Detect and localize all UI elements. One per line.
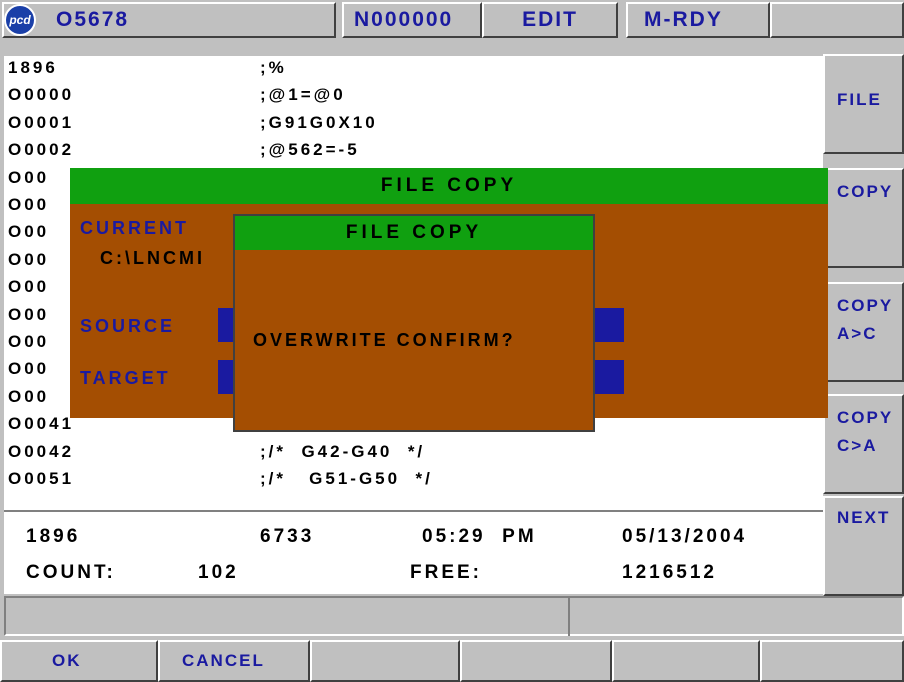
line-number: O00: [8, 249, 50, 269]
softkey-copy-c-a[interactable]: COPY C>A: [823, 394, 904, 494]
title-bar: pcd O5678 N000000 EDIT M-RDY: [0, 0, 904, 40]
title-spacer: [336, 2, 340, 38]
overwrite-confirm-title: FILE COPY: [235, 216, 593, 250]
machine-state: M-RDY: [644, 8, 723, 31]
line-number: O0001: [8, 112, 75, 132]
free-value: 1216512: [622, 562, 717, 583]
line-number: O0042: [8, 441, 75, 461]
softkey-next[interactable]: NEXT: [823, 496, 904, 596]
softkey-label-line2: A>C: [837, 324, 878, 343]
overwrite-confirm-dialog: FILE COPY OVERWRITE CONFIRM?: [233, 214, 595, 432]
program-number: O5678: [56, 8, 130, 31]
listing-row[interactable]: O0002 ;@562=-5: [8, 140, 808, 164]
line-code: ;G91G0X10: [260, 112, 378, 132]
status-current: 1896: [26, 526, 81, 547]
softkey-label-line1: NEXT: [837, 508, 891, 527]
target-label: TARGET: [80, 368, 171, 388]
listing-row[interactable]: O0000 ;@1=@0: [8, 85, 808, 109]
ok-label: OK: [52, 651, 82, 670]
line-number: O0041: [8, 414, 75, 434]
line-number: O00: [8, 359, 50, 379]
line-number: 1896: [8, 58, 58, 77]
state-cell: M-RDY: [626, 2, 770, 38]
line-number: O00: [8, 167, 50, 187]
line-number: O00: [8, 332, 50, 351]
line-number: O00: [8, 304, 50, 324]
source-label: SOURCE: [80, 316, 176, 336]
softkey-bottom-6[interactable]: [760, 640, 904, 682]
file-copy-dialog-title: FILE COPY: [70, 168, 828, 204]
softkey-bottom-5[interactable]: [612, 640, 760, 682]
line-number: O00: [8, 195, 50, 214]
softkey-label-line1: FILE: [837, 90, 882, 109]
line-code: ;/* G51-G50 */: [260, 469, 433, 488]
listing-row[interactable]: 1896;%: [8, 58, 808, 82]
title-blank-cell: [770, 2, 904, 38]
line-number: O0002: [8, 140, 75, 160]
softkey-label-line1: COPY: [837, 408, 894, 427]
status-panel: 1896 6733 05:29 PM 05/13/2004 COUNT: 102…: [4, 510, 823, 594]
message-bar-divider: [568, 598, 570, 636]
line-code: ;/* G42-G40 */: [260, 441, 426, 461]
status-size: 6733: [260, 526, 315, 547]
ok-button[interactable]: OK: [0, 640, 158, 682]
current-path: C:\LNCMI: [100, 248, 205, 268]
mode-status: EDIT: [522, 8, 578, 31]
status-time: 05:29 PM: [422, 526, 537, 547]
sequence-cell: N000000: [342, 2, 482, 38]
line-number: O0051: [8, 469, 75, 488]
line-code: ;%: [260, 58, 287, 77]
line-code: ;@562=-5: [260, 140, 360, 160]
overwrite-confirm-message: OVERWRITE CONFIRM?: [253, 330, 516, 350]
line-number: O0000: [8, 85, 75, 105]
cancel-button[interactable]: CANCEL: [158, 640, 310, 682]
softkey-file[interactable]: FILE: [823, 54, 904, 154]
free-label: FREE:: [410, 562, 482, 583]
pcd-logo-icon: pcd: [4, 4, 36, 36]
softkey-copy[interactable]: COPY: [823, 168, 904, 268]
softkey-label-line1: COPY: [837, 182, 894, 201]
count-value: 102: [198, 562, 239, 583]
status-date: 05/13/2004: [622, 526, 748, 547]
current-label: CURRENT: [80, 218, 189, 238]
listing-row[interactable]: O0042 ;/* G42-G40 */: [8, 442, 808, 466]
count-label: COUNT:: [26, 562, 116, 583]
sequence-number: N000000: [354, 8, 454, 31]
listing-row[interactable]: O0051 ;/* G51-G50 */: [8, 469, 808, 493]
line-code: ;@1=@0: [260, 85, 346, 105]
softkey-label-line2: C>A: [837, 436, 878, 455]
line-number: O00: [8, 222, 50, 242]
program-cell: pcd O5678: [2, 2, 336, 38]
softkey-copy-a-c[interactable]: COPY A>C: [823, 282, 904, 382]
softkey-bottom-3[interactable]: [310, 640, 460, 682]
cancel-label: CANCEL: [182, 651, 265, 670]
line-number: O00: [8, 386, 50, 406]
softkey-bottom-4[interactable]: [460, 640, 612, 682]
message-bar: [4, 596, 904, 636]
mode-cell: EDIT: [482, 2, 618, 38]
softkey-label-line1: COPY: [837, 296, 894, 315]
listing-row[interactable]: O0001 ;G91G0X10: [8, 113, 808, 137]
line-number: O00: [8, 277, 50, 297]
